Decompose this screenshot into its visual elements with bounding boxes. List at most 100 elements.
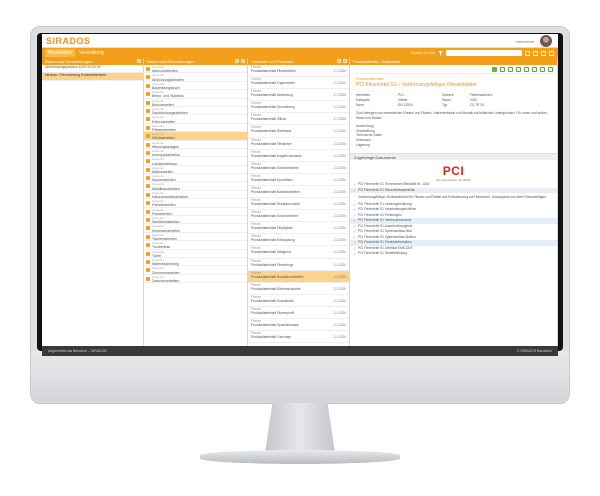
product-row[interactable]: Fliesen Produktdatenblatt Entkopplung 2.1.… xyxy=(248,234,349,247)
detail-toolbar xyxy=(350,65,557,74)
product-row-date: 2.1.2020 xyxy=(333,322,346,327)
nav-bar: Bearbeiten Verwaltung Suchen & Filter xyxy=(42,48,558,58)
related-item[interactable]: PCI Flexmörtel S1 Gewährleistung xyxy=(350,251,557,257)
product-row[interactable]: Fliesen Produktdatenblatt Fliesenkleber 2.… xyxy=(248,65,349,78)
product-row[interactable]: Fliesen Produktdatenblatt Flexkleber 2.1.2… xyxy=(248,138,349,150)
product-row-date: 2.1.2020 xyxy=(333,129,346,134)
avatar[interactable] xyxy=(540,35,552,47)
product-row-date: 2.1.2020 xyxy=(333,335,346,340)
product-row[interactable]: Fliesen Produktdatenblatt Fliesenfuge 2.1.… xyxy=(248,259,349,271)
product-row[interactable]: Fliesen Produktdatenblatt Fugenmörtel 2.1.… xyxy=(248,77,349,90)
product-row[interactable]: Fliesen Produktdatenblatt Schnellzement 2.… xyxy=(248,210,349,223)
trade-row[interactable]: Gewerke Wärmedämmung xyxy=(144,258,247,267)
filter-label: Suchen & Filter xyxy=(411,51,435,55)
trade-row[interactable]: Gewerke Beton- und Stahlbau xyxy=(144,90,247,99)
trade-row[interactable]: Gewerke Schlosserarbeiten xyxy=(144,224,247,233)
trade-row[interactable]: Gewerke Türen xyxy=(144,250,247,258)
trade-row[interactable]: Gewerke Bauleistungsbuch xyxy=(144,82,247,91)
trade-row[interactable]: Gewerke Tischlerarbeiten xyxy=(144,233,247,242)
related-item[interactable]: PCI Flexmörtel S1 Sicherheitsdatenblatt xyxy=(350,187,557,194)
list-item[interactable]: Abrechnungsposition EUR 00.00.00 xyxy=(42,65,143,73)
product-row[interactable]: Fliesen Produktdatenblatt Grundierung 2.1.… xyxy=(248,101,349,114)
product-row[interactable]: Fliesen Produktdatenblatt Spachtelmasse 2.… xyxy=(248,319,349,332)
product-row-date: 2.1.2020 xyxy=(333,286,346,291)
filter-icon[interactable] xyxy=(343,59,347,63)
trade-row-label: Zwischenarbeiten xyxy=(152,278,180,283)
product-row[interactable]: Fliesen Produktdatenblatt Dichtschlämme 2.… xyxy=(248,162,349,174)
filter-icon[interactable] xyxy=(438,50,443,56)
product-row[interactable]: Fliesen Produktdatenblatt Haftgrund 2.1.20… xyxy=(248,246,349,259)
product-row-date: 2.1.2020 xyxy=(333,105,346,110)
column-header: Produktdetails / Datenblatt xyxy=(350,58,557,65)
property-value: C2 TE S1 xyxy=(470,103,485,107)
search-icon[interactable] xyxy=(337,59,341,63)
product-row[interactable]: Fliesen Produktdatenblatt Randdämmstreife… xyxy=(248,270,349,283)
settings-icon[interactable] xyxy=(525,50,530,56)
product-row[interactable]: Fliesen Produktdatenblatt Reparaturmörtel… xyxy=(248,198,349,211)
tab-verwaltung[interactable]: Verwaltung xyxy=(76,49,107,57)
trade-row[interactable]: Gewerke Malerarbeiten xyxy=(144,166,247,175)
export-icon[interactable] xyxy=(541,50,546,56)
search-input[interactable] xyxy=(446,50,522,56)
trade-row[interactable]: Gewerke Parkettarbeiten xyxy=(144,199,247,208)
trade-row[interactable]: Gewerke Fliesenarbeiten xyxy=(144,124,247,133)
product-row[interactable]: Fliesen Produktdatenblatt Sockelleiste 2.1… xyxy=(248,295,349,307)
trade-row[interactable]: Gewerke Maurerarbeiten xyxy=(144,174,247,183)
print-icon[interactable] xyxy=(533,50,538,56)
product-list: Fliesen Produktdatenblatt Fliesenkleber 2.… xyxy=(248,65,349,344)
document-properties: Hersteller PCI Gewerk Fliesenarbeiten Katego… xyxy=(350,91,557,109)
product-row[interactable]: Fliesen Produktdatenblatt Abdichtung 2.1.2… xyxy=(248,89,349,102)
delete-icon[interactable] xyxy=(532,66,537,72)
edit-icon[interactable] xyxy=(500,66,505,72)
trade-row[interactable]: Gewerke Naturwerksteinarbeiten xyxy=(144,191,247,200)
status-left: Angemeldet als Benutzer – SIRADOS xyxy=(48,349,107,353)
trade-row[interactable]: Gewerke Betonarbeiten xyxy=(144,99,247,107)
app-logo[interactable]: SIRADOS xyxy=(46,36,91,46)
product-row-date: 2.1.2020 xyxy=(333,274,346,279)
star-icon[interactable] xyxy=(540,66,545,72)
filter-icon[interactable] xyxy=(241,59,245,63)
copy-icon[interactable] xyxy=(508,66,513,72)
trade-row[interactable]: Gewerke Abbrucharbeiten xyxy=(144,65,247,74)
product-row[interactable]: Fliesen Produktdatenblatt Silikon 2.1.2020 xyxy=(248,113,349,126)
trade-row[interactable]: Gewerke Innenputzarbeiten xyxy=(144,149,247,158)
product-row[interactable]: Fliesen Produktdatenblatt Ausgleichsmasse… xyxy=(248,150,349,162)
column-products: Hersteller und Produkte Fliesen Produktda… xyxy=(248,58,350,346)
trade-row[interactable]: Gewerke Heizungsanlagen xyxy=(144,141,247,149)
user-name[interactable]: Username xyxy=(516,39,534,44)
document-title: PCI Flexmörtel S1 – Verformungsfähiger F… xyxy=(356,82,477,88)
print-icon[interactable] xyxy=(516,66,521,72)
product-row[interactable]: Fliesen Produktdatenblatt Dichtband 2.1.20… xyxy=(248,125,349,138)
trade-row[interactable]: Gewerke Metallbauarbeiten xyxy=(144,182,247,191)
product-row[interactable]: Fliesen Produktdatenblatt Trennlage 2.1.20… xyxy=(248,331,349,344)
trade-row[interactable]: Gewerke Landschaftsbau xyxy=(144,157,247,166)
trade-row[interactable]: Gewerke Gerüstarbeiten xyxy=(144,132,247,141)
trade-row[interactable]: Gewerke Dachdeckungsarbeiten xyxy=(144,107,247,116)
logout-icon[interactable] xyxy=(549,50,554,56)
status-bar: Angemeldet als Benutzer – SIRADOS © SIRA… xyxy=(42,346,558,356)
tab-bearbeiten[interactable]: Bearbeiten xyxy=(45,49,76,57)
trade-row[interactable]: Gewerke Trockenbau xyxy=(144,241,247,250)
trade-row[interactable]: Gewerke Abdichtungsarbeiten xyxy=(144,73,247,82)
product-row[interactable]: Fliesen Produktdatenblatt Dichtmanschette… xyxy=(248,283,349,295)
column-header: Hersteller und Produkte xyxy=(248,58,349,65)
info-icon[interactable] xyxy=(548,66,553,72)
trade-row[interactable]: Gewerke Zwischenarbeiten xyxy=(144,275,247,284)
trade-row[interactable]: Gewerke Sanitärinstallation xyxy=(144,216,247,225)
property-label: Hersteller xyxy=(356,93,371,97)
search-icon[interactable] xyxy=(137,59,141,63)
product-row[interactable]: Fliesen Produktdatenblatt Epoxidharz 2.1.2… xyxy=(248,174,349,186)
column-details: Produktdetails / Datenblatt Produktdaten… xyxy=(350,58,558,346)
product-row[interactable]: Fliesen Produktdatenblatt Fliesenprofil 2.… xyxy=(248,307,349,319)
trade-row[interactable]: Gewerke Zimmererarbeiten xyxy=(144,266,247,275)
product-row[interactable]: Fliesen Produktdatenblatt Natursteinklebe… xyxy=(248,186,349,199)
mail-icon[interactable] xyxy=(524,66,529,72)
list-item-selected[interactable]: Neubau / Renovierung Kostenübersicht xyxy=(42,73,143,81)
add-icon[interactable] xyxy=(492,66,497,72)
search-icon[interactable] xyxy=(235,59,239,63)
trade-row[interactable]: Gewerke Estricharbeiten xyxy=(144,115,247,124)
section-link[interactable]: Lagerung xyxy=(356,143,551,148)
product-row[interactable]: Fliesen Produktdatenblatt Flüssigfolie 2.1… xyxy=(248,222,349,235)
trade-row[interactable]: Gewerke Putzarbeiten xyxy=(144,208,247,217)
product-row-date: 2.1.2020 xyxy=(333,202,346,207)
